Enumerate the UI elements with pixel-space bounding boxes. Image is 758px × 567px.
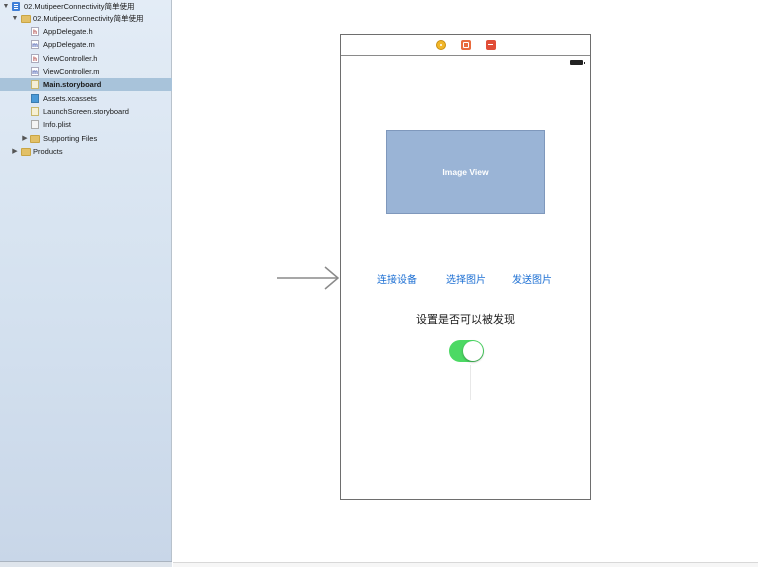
view-controller-icon[interactable] — [436, 40, 446, 50]
navigator-item-label: Main.storyboard — [43, 80, 102, 89]
navigator-item-label: Info.plist — [43, 120, 71, 129]
discoverable-switch[interactable] — [449, 340, 484, 362]
project-navigator: ▼ 02.MutipeerConnectivity简单使用 ▼ 02.Mutip… — [0, 0, 172, 567]
choose-image-button[interactable]: 选择图片 — [446, 271, 486, 286]
implementation-file-icon: m — [31, 67, 39, 76]
storyboard-canvas[interactable]: Image View 连接设备 选择图片 发送图片 设置是否可以被发现 — [173, 0, 758, 567]
initial-view-controller-arrow-icon[interactable] — [277, 266, 341, 290]
navigator-row-file[interactable]: Info.plist — [0, 118, 172, 131]
navigator-row-group[interactable]: ▶ Products — [0, 145, 172, 158]
navigator-item-label: AppDelegate.m — [43, 40, 95, 49]
navigator-item-label: ViewController.h — [43, 54, 98, 63]
navigator-row-file[interactable]: Assets.xcassets — [0, 92, 172, 105]
folder-icon — [30, 135, 40, 143]
navigator-item-label: LaunchScreen.storyboard — [43, 107, 129, 116]
switch-knob — [463, 341, 483, 361]
navigator-item-label: ViewController.m — [43, 67, 100, 76]
storyboard-file-icon — [31, 107, 39, 116]
folder-icon — [21, 15, 31, 23]
canvas-bottom-bar — [173, 562, 758, 567]
header-file-icon: h — [31, 27, 39, 36]
disclosure-triangle-open-icon[interactable]: ▼ — [11, 12, 19, 25]
image-view[interactable]: Image View — [386, 130, 545, 214]
disclosure-triangle-closed-icon[interactable]: ▶ — [11, 145, 19, 158]
navigator-row-file[interactable]: m ViewController.m — [0, 65, 172, 78]
discoverable-label: 设置是否可以被发现 — [416, 313, 515, 326]
first-responder-icon[interactable] — [461, 40, 471, 50]
asset-catalog-icon — [31, 94, 39, 103]
view-controller-scene[interactable]: Image View 连接设备 选择图片 发送图片 设置是否可以被发现 — [340, 34, 591, 500]
navigator-row-group[interactable]: ▶ Supporting Files — [0, 132, 172, 145]
battery-icon — [570, 60, 585, 65]
navigator-row-file-selected[interactable]: Main.storyboard — [0, 78, 172, 91]
navigator-row-file[interactable]: m AppDelegate.m — [0, 38, 172, 51]
navigator-row-group[interactable]: ▼ 02.MutipeerConnectivity简单使用 — [0, 12, 172, 25]
send-image-button[interactable]: 发送图片 — [512, 271, 552, 286]
folder-icon — [21, 148, 31, 156]
navigator-item-label: 02.MutipeerConnectivity简单使用 — [33, 14, 144, 23]
navigator-item-label: Supporting Files — [43, 134, 98, 143]
navigator-item-label: Assets.xcassets — [43, 94, 97, 103]
exit-icon[interactable] — [486, 40, 496, 50]
navigator-row-file[interactable]: h AppDelegate.h — [0, 25, 172, 38]
navigator-item-label: Products — [33, 147, 63, 156]
navigator-row-file[interactable]: h ViewController.h — [0, 52, 172, 65]
plist-file-icon — [31, 120, 39, 129]
storyboard-file-icon — [31, 80, 39, 89]
disclosure-triangle-closed-icon[interactable]: ▶ — [21, 132, 29, 145]
implementation-file-icon: m — [31, 40, 39, 49]
navigator-row-file[interactable]: LaunchScreen.storyboard — [0, 105, 172, 118]
navigator-filter-bar[interactable] — [0, 561, 172, 567]
alignment-guide — [470, 365, 471, 400]
project-icon — [12, 2, 20, 11]
connect-device-button[interactable]: 连接设备 — [377, 271, 417, 286]
header-file-icon: h — [31, 54, 39, 63]
navigator-item-label: AppDelegate.h — [43, 27, 93, 36]
scene-dock — [341, 35, 590, 56]
